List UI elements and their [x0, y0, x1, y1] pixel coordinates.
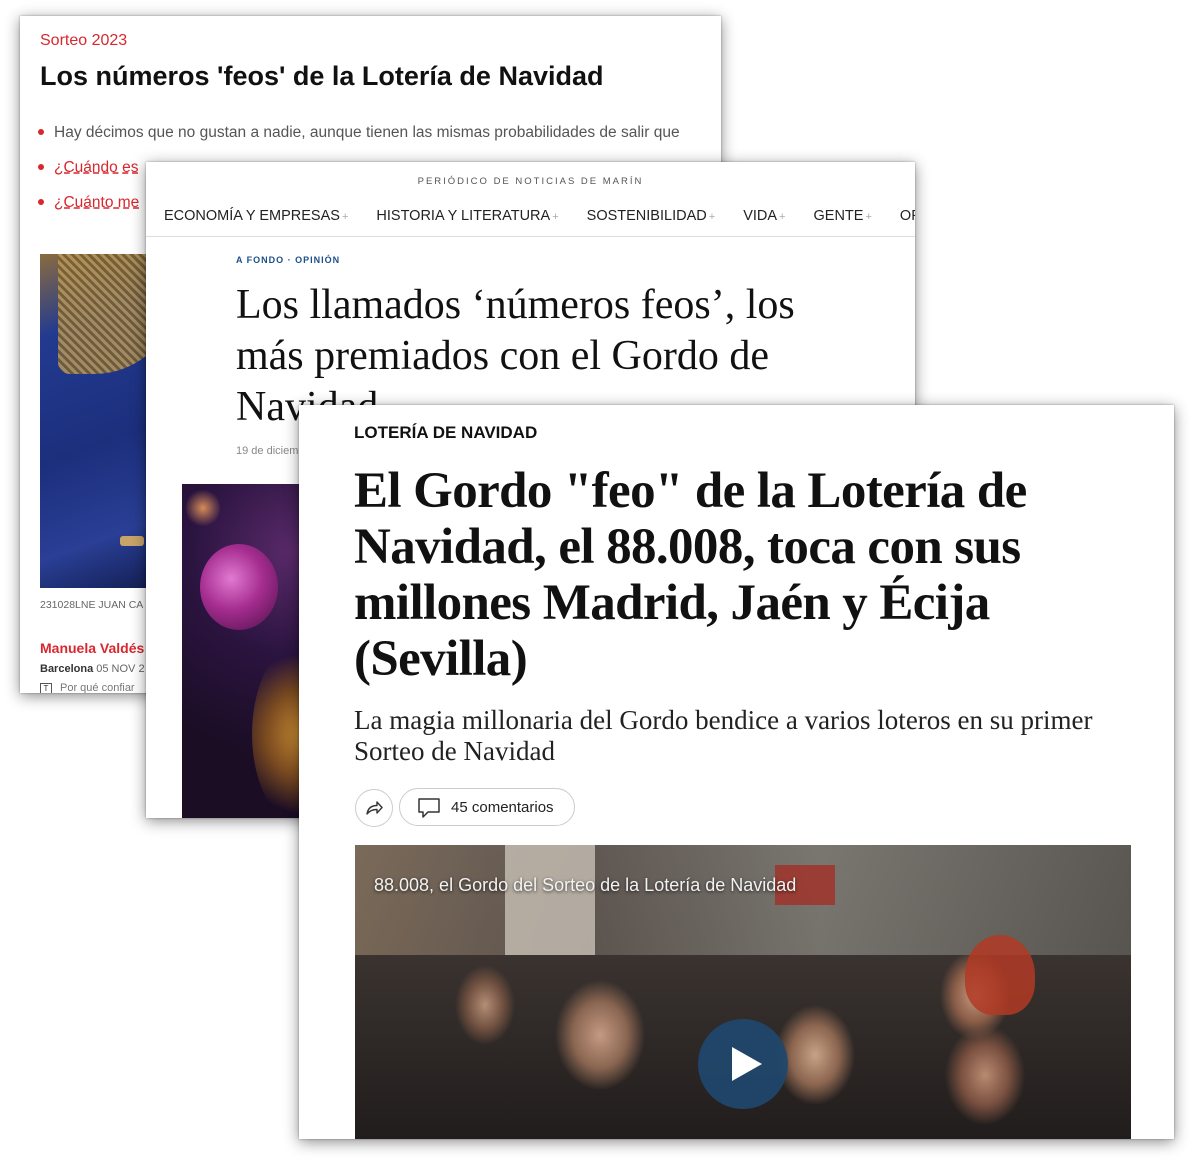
article-headline[interactable]: El Gordo "feo" de la Lotería de Navidad,…: [354, 463, 1154, 687]
article-card-gordo-feo: LOTERÍA DE NAVIDAD El Gordo "feo" de la …: [299, 405, 1174, 1139]
summary-link-text[interactable]: ¿Cuándo es: [54, 159, 138, 176]
nav-label[interactable]: ECONOMÍA Y EMPRESAS: [164, 208, 340, 224]
bullet-dot: [38, 199, 44, 205]
trust-icon: T: [40, 683, 52, 693]
christmas-ornament: [200, 544, 278, 630]
nav-label[interactable]: OPINIÓ: [900, 208, 915, 224]
nav-divider: [146, 236, 915, 237]
plus-icon: +: [341, 211, 349, 223]
article-section-label[interactable]: LOTERÍA DE NAVIDAD: [354, 423, 537, 443]
video-title[interactable]: 88.008, el Gordo del Sorteo de la Loterí…: [374, 875, 796, 896]
meta-date: 05 NOV 2: [96, 663, 145, 675]
nav-label[interactable]: GENTE: [814, 208, 864, 224]
nav-label[interactable]: HISTORIA Y LITERATURA: [376, 208, 550, 224]
bullet-dot: [38, 129, 44, 135]
bullet-dot: [38, 164, 44, 170]
summary-item: Hay décimos que no gustan a nadie, aunqu…: [38, 124, 680, 159]
article-meta: Barcelona 05 NOV 2: [40, 663, 145, 675]
trust-text[interactable]: Por qué confiar: [60, 682, 135, 693]
article-date: 19 de diciem: [236, 445, 299, 457]
comment-icon: [418, 798, 440, 818]
nav-label[interactable]: SOSTENIBILIDAD: [587, 208, 707, 224]
plus-icon: +: [779, 211, 786, 223]
meta-city: Barcelona: [40, 663, 94, 675]
comments-button[interactable]: 45 comentarios: [399, 788, 575, 826]
nav-label[interactable]: VIDA: [743, 208, 777, 224]
trust-link[interactable]: T Por qué confiar: [40, 682, 135, 693]
plus-icon: +: [865, 211, 872, 223]
nav-item-opinion[interactable]: OPINIÓ: [900, 208, 915, 224]
author-name[interactable]: Manuela Valdés: [40, 640, 144, 656]
play-button[interactable]: [698, 1019, 788, 1109]
nav-item-gente[interactable]: GENTE +: [814, 208, 872, 224]
crowd-person: [965, 935, 1035, 1015]
article-headline[interactable]: Los números 'feos' de la Lotería de Navi…: [40, 61, 603, 92]
site-masthead[interactable]: PERIÓDICO DE NOTICIAS DE MARÍN: [146, 176, 915, 187]
share-icon: [366, 801, 383, 815]
nav-item-historia[interactable]: HISTORIA Y LITERATURA +: [376, 208, 558, 224]
section-nav: ECONOMÍA Y EMPRESAS + HISTORIA Y LITERATU…: [164, 208, 915, 230]
article-section-label[interactable]: A FONDO · OPINIÓN: [236, 255, 340, 265]
nav-item-sostenibilidad[interactable]: SOSTENIBILIDAD +: [587, 208, 716, 224]
article-subtitle: La magia millonaria del Gordo bendice a …: [354, 705, 1093, 766]
bokeh-light: [186, 488, 220, 528]
comments-count[interactable]: 45 comentarios: [451, 799, 554, 816]
photo-caption: 231028LNE JUAN CA: [40, 599, 144, 611]
share-button[interactable]: [355, 789, 393, 827]
plus-icon: +: [708, 211, 716, 223]
plus-icon: +: [552, 211, 559, 223]
nav-item-vida[interactable]: VIDA +: [743, 208, 785, 224]
drum-crank: [120, 536, 144, 546]
article-kicker[interactable]: Sorteo 2023: [40, 32, 127, 50]
nav-item-economia[interactable]: ECONOMÍA Y EMPRESAS +: [164, 208, 348, 224]
play-icon: [732, 1047, 762, 1081]
summary-item-text: Hay décimos que no gustan a nadie, aunqu…: [54, 124, 680, 141]
video-player[interactable]: 88.008, el Gordo del Sorteo de la Loterí…: [355, 845, 1131, 1139]
summary-link-text[interactable]: ¿Cuánto me: [54, 194, 139, 211]
